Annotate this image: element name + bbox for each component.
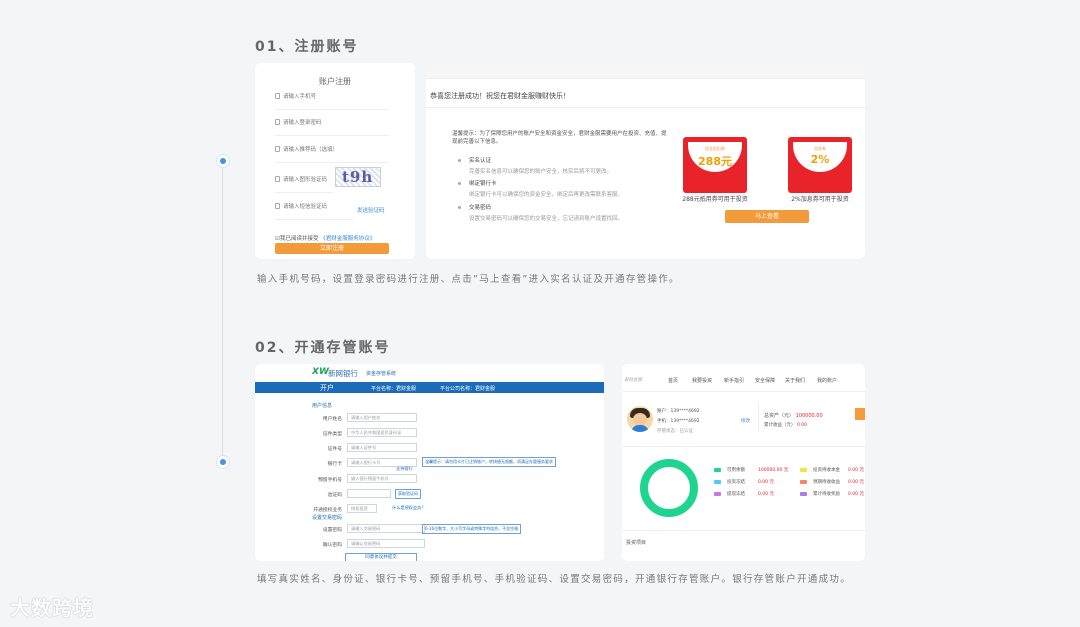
legend-pending-principal: 投资待收本金 0.00 元 (800, 467, 864, 473)
watermark-logo: 大数跨境 (10, 596, 94, 620)
divider (758, 402, 759, 432)
account-id: 账户：139****4692 (657, 409, 700, 414)
success-card: 恭喜您注册成功！祝您在君财金服赚财快乐！ 温馨提示：为了保障您用户的账户安全和资… (426, 63, 865, 259)
invest-projects-label: 投资项目 (626, 540, 647, 546)
lock-icon (275, 119, 280, 125)
nav-guide[interactable]: 新手指引 (724, 377, 744, 384)
bank-name: 新网银行 (328, 369, 358, 378)
accumulated-income: 累计收益（元） 0.00 (764, 423, 807, 428)
divider (622, 446, 865, 447)
nav-about[interactable]: 关于我们 (785, 377, 805, 384)
agreement-link[interactable]: 《君财金服服务协议》 (320, 236, 375, 242)
deposit-status: 存管状态：已认证 (657, 429, 693, 434)
bank-header: XW 新网银行 资金存管系统 (255, 364, 604, 382)
phone-field[interactable]: 请输入手机号 (275, 92, 389, 110)
recharge-tab[interactable] (855, 408, 865, 420)
bank-note: 温馨提示：请勿用卡片已注销账户，转快捷无限额，须满足存管服务要求 (422, 457, 556, 467)
packet-2pct-caption: 2%加息券可用于投资 (791, 196, 849, 203)
account-phone: 手机：139****4692 (657, 419, 700, 424)
legend-invest-frozen: 投资冻结 0.00 元 (714, 479, 774, 485)
captcha-icon (275, 176, 280, 182)
register-title: 账户注册 (319, 77, 351, 86)
bank-tab-bar: 开户 平台名称：君财金服 平台公司名称：君财金服 (255, 382, 604, 393)
captcha-image[interactable]: t9h (335, 167, 381, 187)
register-button[interactable]: 立即注册 (275, 243, 389, 254)
divider (622, 530, 865, 531)
submit-agreement-button[interactable]: 同意协议并提交 (345, 553, 417, 561)
password-note: 6-16位数字、大小写字母或特殊字符组合，不含空格 (422, 524, 522, 534)
step1-title: 01、注册账号 (255, 39, 359, 55)
timeline-dot-step1 (216, 154, 230, 168)
referral-icon (275, 146, 280, 152)
agreement-checkbox[interactable]: ☑我已阅读并接受 《君财金服服务协议》 (275, 234, 375, 242)
red-packet-288: 现金抵扣券 288元 (683, 137, 747, 193)
referral-field[interactable]: 请输入推荐码（选填） (275, 145, 389, 163)
step2-desc: 填写真实姓名、身份证、银行卡号、预留手机号、手机验证码、设置交易密码，开通银行存… (257, 574, 852, 585)
sms-code-field[interactable]: 请输入短信验证码 (275, 202, 353, 220)
asset-donut-chart (640, 459, 698, 517)
get-code-button[interactable]: 获取验证码 (395, 489, 421, 499)
nav-home[interactable]: 首页 (668, 377, 678, 384)
password-field[interactable]: 请输入登录密码 (275, 118, 389, 136)
packet-288-caption: 288元抵用券可用于投资 (682, 196, 748, 203)
tradepwd-item[interactable]: 交易密码 设置交易密码可以确保您的交易安全，忘记请到账户设置找回。 (458, 203, 623, 222)
bindcard-item[interactable]: 绑定银行卡 绑定银行卡可以确保您的资金安全，绑定后再更改需联系客服。 (458, 179, 623, 198)
red-packet-2pct: 加息券 2% (788, 137, 852, 193)
password-heading: 设置交易密码 (312, 515, 343, 521)
view-now-button[interactable]: 马上查看 (725, 210, 809, 223)
legend-withdraw-frozen: 提现冻结 0.00 元 (714, 491, 774, 497)
bank-card: XW 新网银行 资金存管系统 开户 平台名称：君财金服 平台公司名称：君财金服 … (255, 364, 604, 561)
user-info-heading: 用户信息 (312, 403, 333, 409)
step1-desc: 输入手机号码，设置登录密码进行注册、点击”马上查看”进入实名认证及开通存管操作。 (257, 274, 680, 285)
register-card: 账户注册 请输入手机号 请输入登录密码 请输入推荐码（选填） 请输入图形验证码 … (255, 63, 415, 259)
divider (426, 107, 865, 108)
bank-system: 资金存管系统 (366, 371, 397, 377)
phone-icon (275, 93, 280, 99)
company-name: 平台公司名称：君财金服 (440, 386, 496, 392)
bank-logo: XW (312, 367, 329, 377)
realname-item[interactable]: 实名认证 完善实名信息可以确保您的账户安全，核实后将不可更改。 (458, 156, 612, 175)
step2-title: 02、开通存管账号 (255, 340, 391, 356)
success-heading: 恭喜您注册成功！祝您在君财金服赚财快乐！ (430, 92, 570, 100)
timeline-line (222, 162, 223, 462)
nav-account[interactable]: 我的账户 (817, 377, 837, 384)
nav-invest[interactable]: 我要投资 (692, 377, 712, 384)
nav-security[interactable]: 安全保障 (755, 377, 775, 384)
legend-available: 可用余额 100000.00 元 (714, 467, 788, 473)
auth-help-link[interactable]: 什么是授权业务？ (392, 505, 426, 511)
captcha-field[interactable]: 请输入图形验证码 (275, 175, 333, 193)
timeline-dot-step2 (216, 455, 230, 469)
legend-pending-reward: 累计待收奖励 0.00 元 (800, 491, 864, 497)
edit-link[interactable]: 修改 (741, 418, 750, 424)
dashboard-card: 君财金服 首页 我要投资 新手指引 安全保障 关于我们 我的账户 账户：139*… (622, 364, 865, 561)
sms-icon (275, 203, 280, 209)
tip-text: 温馨提示：为了保障您用户的账户安全和资金安全，君财金服需要用户在投资、充值、提现… (452, 131, 667, 145)
platform-name: 平台名称：君财金服 (371, 386, 417, 392)
total-assets: 总资产（元） 100000.00 (764, 413, 823, 419)
avatar (627, 406, 653, 432)
nav-divider (622, 391, 865, 392)
legend-expected-income: 预期待收收益 0.00 元 (800, 479, 864, 485)
top-bar (426, 63, 865, 79)
brand-logo[interactable]: 君财金服 (624, 377, 642, 383)
support-bank-link[interactable]: 支持银行 (396, 466, 413, 472)
tab-open-account[interactable]: 开户 (320, 383, 334, 393)
send-code-link[interactable]: 发送验证码 (357, 206, 385, 214)
